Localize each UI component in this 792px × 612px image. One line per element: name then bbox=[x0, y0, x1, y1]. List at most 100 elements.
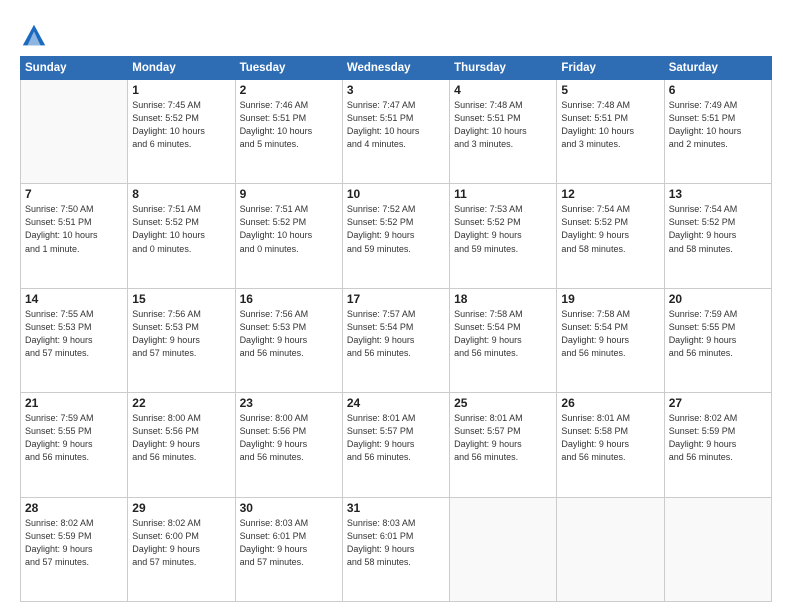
calendar-cell: 29 Sunrise: 8:02 AM Sunset: 6:00 PM Dayli… bbox=[128, 497, 235, 601]
day-number: 24 bbox=[347, 396, 445, 410]
day-info: Sunrise: 7:56 AM Sunset: 5:53 PM Dayligh… bbox=[240, 308, 338, 360]
day-info: Sunrise: 7:59 AM Sunset: 5:55 PM Dayligh… bbox=[25, 412, 123, 464]
calendar-cell: 2 Sunrise: 7:46 AM Sunset: 5:51 PM Daylig… bbox=[235, 80, 342, 184]
day-number: 23 bbox=[240, 396, 338, 410]
calendar-cell: 27 Sunrise: 8:02 AM Sunset: 5:59 PM Dayli… bbox=[664, 393, 771, 497]
calendar-cell: 25Sunrise: 8:01 AM Sunset: 5:57 PM Dayli… bbox=[450, 393, 557, 497]
calendar-cell: 21 Sunrise: 7:59 AM Sunset: 5:55 PM Dayli… bbox=[21, 393, 128, 497]
calendar-cell: 5 Sunrise: 7:48 AM Sunset: 5:51 PM Daylig… bbox=[557, 80, 664, 184]
calendar-cell bbox=[450, 497, 557, 601]
day-info: Sunrise: 7:59 AM Sunset: 5:55 PM Dayligh… bbox=[669, 308, 767, 360]
calendar-cell: 14Sunrise: 7:55 AM Sunset: 5:53 PM Dayli… bbox=[21, 288, 128, 392]
day-info: Sunrise: 8:01 AM Sunset: 5:58 PM Dayligh… bbox=[561, 412, 659, 464]
day-number: 20 bbox=[669, 292, 767, 306]
calendar-week-row: 7 Sunrise: 7:50 AM Sunset: 5:51 PM Daylig… bbox=[21, 184, 772, 288]
calendar-cell bbox=[21, 80, 128, 184]
day-number: 27 bbox=[669, 396, 767, 410]
calendar-week-row: 14Sunrise: 7:55 AM Sunset: 5:53 PM Dayli… bbox=[21, 288, 772, 392]
calendar-cell: 30Sunrise: 8:03 AM Sunset: 6:01 PM Dayli… bbox=[235, 497, 342, 601]
calendar-cell: 7 Sunrise: 7:50 AM Sunset: 5:51 PM Daylig… bbox=[21, 184, 128, 288]
day-info: Sunrise: 8:00 AM Sunset: 5:56 PM Dayligh… bbox=[132, 412, 230, 464]
day-info: Sunrise: 8:03 AM Sunset: 6:01 PM Dayligh… bbox=[347, 517, 445, 569]
logo bbox=[20, 22, 52, 50]
calendar-cell: 1 Sunrise: 7:45 AM Sunset: 5:52 PM Daylig… bbox=[128, 80, 235, 184]
calendar-cell: 23 Sunrise: 8:00 AM Sunset: 5:56 PM Dayli… bbox=[235, 393, 342, 497]
calendar: SundayMondayTuesdayWednesdayThursdayFrid… bbox=[20, 56, 772, 602]
day-number: 19 bbox=[561, 292, 659, 306]
calendar-cell: 28 Sunrise: 8:02 AM Sunset: 5:59 PM Dayli… bbox=[21, 497, 128, 601]
calendar-cell bbox=[664, 497, 771, 601]
day-info: Sunrise: 7:46 AM Sunset: 5:51 PM Dayligh… bbox=[240, 99, 338, 151]
day-info: Sunrise: 7:56 AM Sunset: 5:53 PM Dayligh… bbox=[132, 308, 230, 360]
day-number: 18 bbox=[454, 292, 552, 306]
calendar-week-row: 21 Sunrise: 7:59 AM Sunset: 5:55 PM Dayli… bbox=[21, 393, 772, 497]
day-info: Sunrise: 7:51 AM Sunset: 5:52 PM Dayligh… bbox=[240, 203, 338, 255]
day-info: Sunrise: 7:54 AM Sunset: 5:52 PM Dayligh… bbox=[669, 203, 767, 255]
calendar-cell: 20 Sunrise: 7:59 AM Sunset: 5:55 PM Dayli… bbox=[664, 288, 771, 392]
day-info: Sunrise: 7:51 AM Sunset: 5:52 PM Dayligh… bbox=[132, 203, 230, 255]
day-info: Sunrise: 8:01 AM Sunset: 5:57 PM Dayligh… bbox=[347, 412, 445, 464]
day-info: Sunrise: 8:00 AM Sunset: 5:56 PM Dayligh… bbox=[240, 412, 338, 464]
day-number: 12 bbox=[561, 187, 659, 201]
calendar-header-monday: Monday bbox=[128, 57, 235, 80]
calendar-cell bbox=[557, 497, 664, 601]
calendar-cell: 12 Sunrise: 7:54 AM Sunset: 5:52 PM Dayli… bbox=[557, 184, 664, 288]
day-info: Sunrise: 8:02 AM Sunset: 6:00 PM Dayligh… bbox=[132, 517, 230, 569]
day-number: 8 bbox=[132, 187, 230, 201]
calendar-cell: 13Sunrise: 7:54 AM Sunset: 5:52 PM Dayli… bbox=[664, 184, 771, 288]
calendar-cell: 9 Sunrise: 7:51 AM Sunset: 5:52 PM Daylig… bbox=[235, 184, 342, 288]
day-number: 21 bbox=[25, 396, 123, 410]
calendar-week-row: 28 Sunrise: 8:02 AM Sunset: 5:59 PM Dayli… bbox=[21, 497, 772, 601]
calendar-cell: 17 Sunrise: 7:57 AM Sunset: 5:54 PM Dayli… bbox=[342, 288, 449, 392]
day-number: 4 bbox=[454, 83, 552, 97]
calendar-cell: 24 Sunrise: 8:01 AM Sunset: 5:57 PM Dayli… bbox=[342, 393, 449, 497]
calendar-header-wednesday: Wednesday bbox=[342, 57, 449, 80]
day-number: 7 bbox=[25, 187, 123, 201]
calendar-cell: 10Sunrise: 7:52 AM Sunset: 5:52 PM Dayli… bbox=[342, 184, 449, 288]
calendar-header-saturday: Saturday bbox=[664, 57, 771, 80]
day-info: Sunrise: 7:53 AM Sunset: 5:52 PM Dayligh… bbox=[454, 203, 552, 255]
calendar-cell: 18Sunrise: 7:58 AM Sunset: 5:54 PM Dayli… bbox=[450, 288, 557, 392]
day-number: 10 bbox=[347, 187, 445, 201]
calendar-header-sunday: Sunday bbox=[21, 57, 128, 80]
day-info: Sunrise: 8:03 AM Sunset: 6:01 PM Dayligh… bbox=[240, 517, 338, 569]
calendar-header-thursday: Thursday bbox=[450, 57, 557, 80]
calendar-header-row: SundayMondayTuesdayWednesdayThursdayFrid… bbox=[21, 57, 772, 80]
calendar-cell: 31 Sunrise: 8:03 AM Sunset: 6:01 PM Dayli… bbox=[342, 497, 449, 601]
calendar-cell: 15 Sunrise: 7:56 AM Sunset: 5:53 PM Dayli… bbox=[128, 288, 235, 392]
day-number: 1 bbox=[132, 83, 230, 97]
day-number: 28 bbox=[25, 501, 123, 515]
day-number: 3 bbox=[347, 83, 445, 97]
day-number: 31 bbox=[347, 501, 445, 515]
day-number: 15 bbox=[132, 292, 230, 306]
calendar-header-friday: Friday bbox=[557, 57, 664, 80]
day-info: Sunrise: 7:48 AM Sunset: 5:51 PM Dayligh… bbox=[454, 99, 552, 151]
header bbox=[20, 18, 772, 50]
day-info: Sunrise: 7:58 AM Sunset: 5:54 PM Dayligh… bbox=[561, 308, 659, 360]
calendar-cell: 6Sunrise: 7:49 AM Sunset: 5:51 PM Daylig… bbox=[664, 80, 771, 184]
day-number: 17 bbox=[347, 292, 445, 306]
calendar-cell: 3 Sunrise: 7:47 AM Sunset: 5:51 PM Daylig… bbox=[342, 80, 449, 184]
day-info: Sunrise: 8:02 AM Sunset: 5:59 PM Dayligh… bbox=[25, 517, 123, 569]
calendar-header-tuesday: Tuesday bbox=[235, 57, 342, 80]
day-info: Sunrise: 7:47 AM Sunset: 5:51 PM Dayligh… bbox=[347, 99, 445, 151]
day-number: 2 bbox=[240, 83, 338, 97]
day-info: Sunrise: 7:55 AM Sunset: 5:53 PM Dayligh… bbox=[25, 308, 123, 360]
day-info: Sunrise: 7:48 AM Sunset: 5:51 PM Dayligh… bbox=[561, 99, 659, 151]
calendar-cell: 11 Sunrise: 7:53 AM Sunset: 5:52 PM Dayli… bbox=[450, 184, 557, 288]
day-number: 9 bbox=[240, 187, 338, 201]
day-info: Sunrise: 7:57 AM Sunset: 5:54 PM Dayligh… bbox=[347, 308, 445, 360]
calendar-cell: 26Sunrise: 8:01 AM Sunset: 5:58 PM Dayli… bbox=[557, 393, 664, 497]
day-number: 29 bbox=[132, 501, 230, 515]
day-info: Sunrise: 7:45 AM Sunset: 5:52 PM Dayligh… bbox=[132, 99, 230, 151]
calendar-cell: 8 Sunrise: 7:51 AM Sunset: 5:52 PM Daylig… bbox=[128, 184, 235, 288]
calendar-cell: 22Sunrise: 8:00 AM Sunset: 5:56 PM Dayli… bbox=[128, 393, 235, 497]
day-number: 5 bbox=[561, 83, 659, 97]
day-info: Sunrise: 7:50 AM Sunset: 5:51 PM Dayligh… bbox=[25, 203, 123, 255]
day-number: 6 bbox=[669, 83, 767, 97]
day-info: Sunrise: 7:54 AM Sunset: 5:52 PM Dayligh… bbox=[561, 203, 659, 255]
day-number: 11 bbox=[454, 187, 552, 201]
calendar-cell: 19 Sunrise: 7:58 AM Sunset: 5:54 PM Dayli… bbox=[557, 288, 664, 392]
calendar-week-row: 1 Sunrise: 7:45 AM Sunset: 5:52 PM Daylig… bbox=[21, 80, 772, 184]
day-info: Sunrise: 8:02 AM Sunset: 5:59 PM Dayligh… bbox=[669, 412, 767, 464]
